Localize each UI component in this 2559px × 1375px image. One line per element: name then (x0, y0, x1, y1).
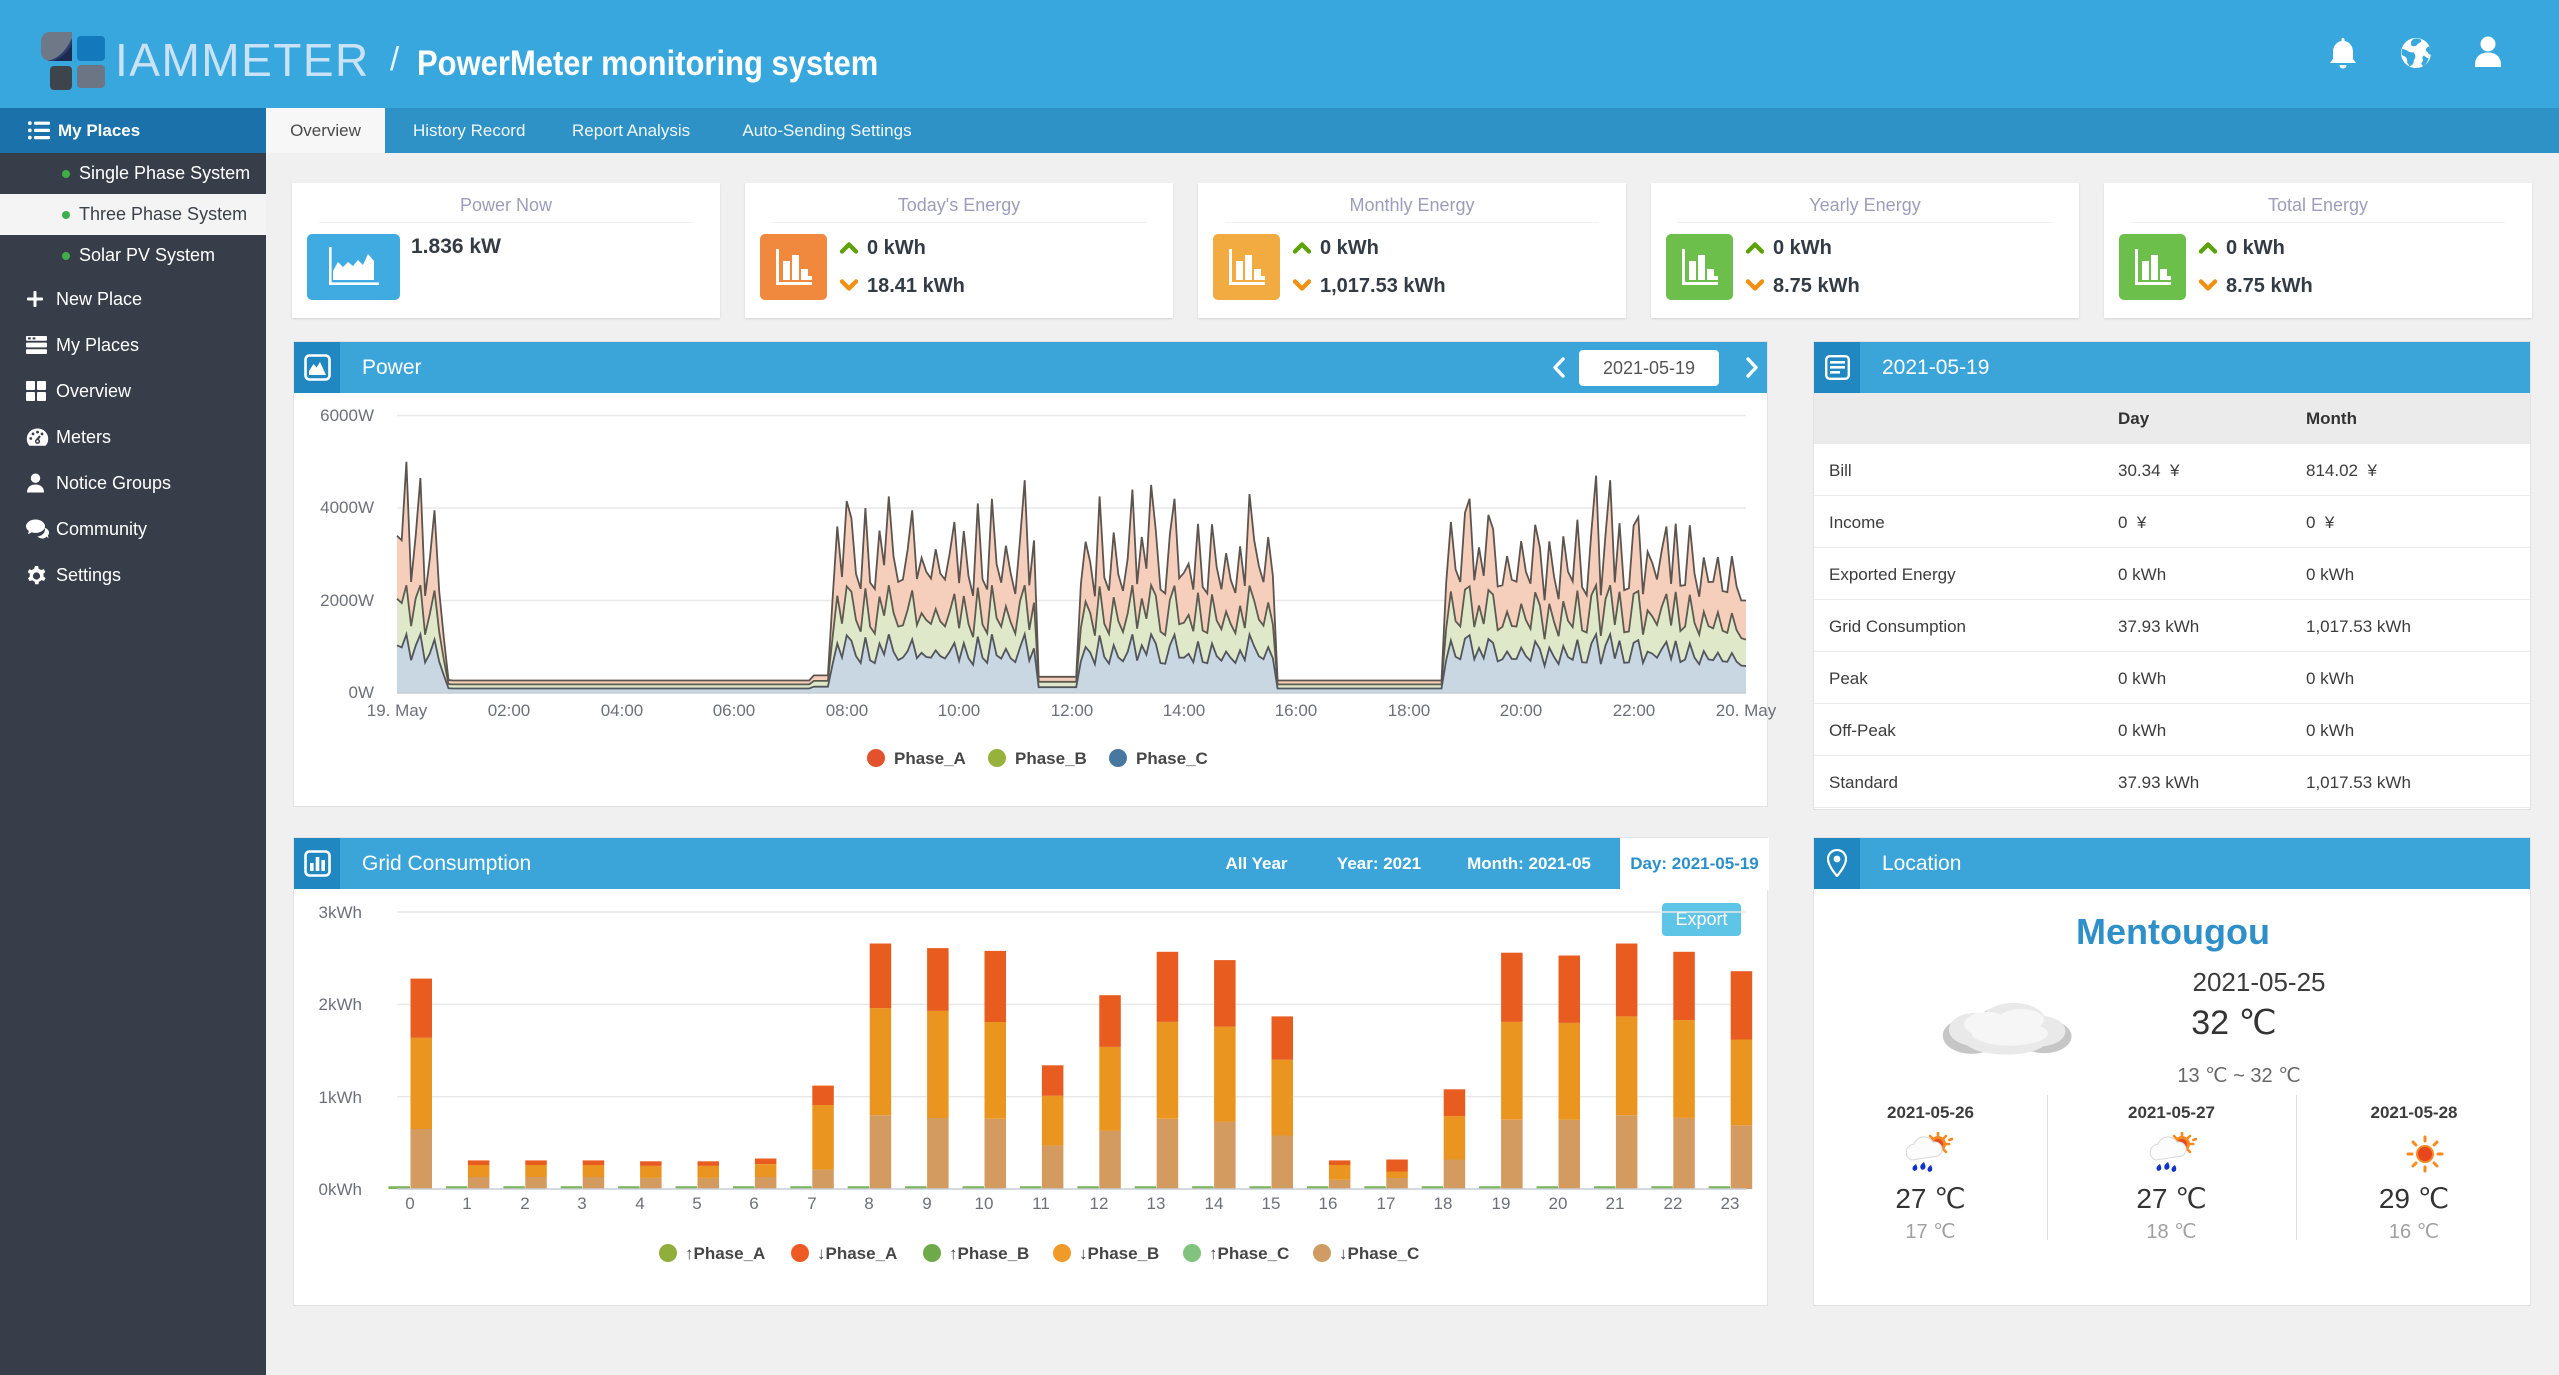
svg-text:3kWh: 3kWh (319, 903, 362, 922)
svg-text:↑Phase_B: ↑Phase_B (949, 1244, 1029, 1263)
svg-text:2000W: 2000W (320, 591, 374, 610)
svg-text:6000W: 6000W (320, 406, 374, 425)
svg-text:11: 11 (1032, 1194, 1050, 1213)
svg-text:Phase_A: Phase_A (894, 749, 966, 768)
svg-text:2kWh: 2kWh (319, 995, 362, 1014)
svg-text:15: 15 (1262, 1194, 1281, 1213)
svg-text:3: 3 (577, 1194, 586, 1213)
svg-text:7: 7 (807, 1194, 816, 1213)
svg-text:04:00: 04:00 (601, 701, 644, 720)
svg-text:10:00: 10:00 (938, 701, 981, 720)
svg-text:1: 1 (462, 1194, 471, 1213)
svg-text:0kWh: 0kWh (319, 1180, 362, 1199)
svg-text:12:00: 12:00 (1051, 701, 1094, 720)
svg-text:5: 5 (692, 1194, 701, 1213)
svg-text:↓Phase_A: ↓Phase_A (817, 1244, 897, 1263)
svg-text:4: 4 (635, 1194, 644, 1213)
svg-text:08:00: 08:00 (826, 701, 869, 720)
svg-text:18:00: 18:00 (1388, 701, 1431, 720)
svg-text:17: 17 (1377, 1194, 1396, 1213)
svg-text:02:00: 02:00 (488, 701, 531, 720)
svg-text:21: 21 (1606, 1194, 1625, 1213)
svg-text:14: 14 (1205, 1194, 1224, 1213)
svg-text:19. May: 19. May (367, 701, 428, 720)
svg-text:9: 9 (922, 1194, 931, 1213)
svg-text:18: 18 (1434, 1194, 1453, 1213)
svg-text:20. May: 20. May (1716, 701, 1777, 720)
svg-text:↓Phase_B: ↓Phase_B (1079, 1244, 1159, 1263)
svg-text:0: 0 (405, 1194, 414, 1213)
svg-text:↓Phase_C: ↓Phase_C (1339, 1244, 1419, 1263)
svg-text:Phase_C: Phase_C (1136, 749, 1208, 768)
svg-text:2: 2 (520, 1194, 529, 1213)
svg-text:16: 16 (1319, 1194, 1338, 1213)
svg-text:1kWh: 1kWh (319, 1088, 362, 1107)
svg-text:↑Phase_C: ↑Phase_C (1209, 1244, 1289, 1263)
svg-text:0W: 0W (349, 683, 375, 702)
svg-text:23: 23 (1721, 1194, 1740, 1213)
svg-text:20: 20 (1549, 1194, 1568, 1213)
svg-text:6: 6 (749, 1194, 758, 1213)
svg-text:4000W: 4000W (320, 498, 374, 517)
svg-text:13: 13 (1147, 1194, 1166, 1213)
svg-text:22:00: 22:00 (1613, 701, 1656, 720)
svg-text:↑Phase_A: ↑Phase_A (685, 1244, 765, 1263)
svg-text:10: 10 (975, 1194, 994, 1213)
svg-text:8: 8 (864, 1194, 873, 1213)
svg-text:20:00: 20:00 (1500, 701, 1543, 720)
svg-text:Phase_B: Phase_B (1015, 749, 1087, 768)
svg-text:16:00: 16:00 (1275, 701, 1318, 720)
svg-text:22: 22 (1664, 1194, 1683, 1213)
svg-text:12: 12 (1090, 1194, 1109, 1213)
svg-text:14:00: 14:00 (1163, 701, 1206, 720)
svg-text:19: 19 (1492, 1194, 1511, 1213)
svg-text:06:00: 06:00 (713, 701, 756, 720)
